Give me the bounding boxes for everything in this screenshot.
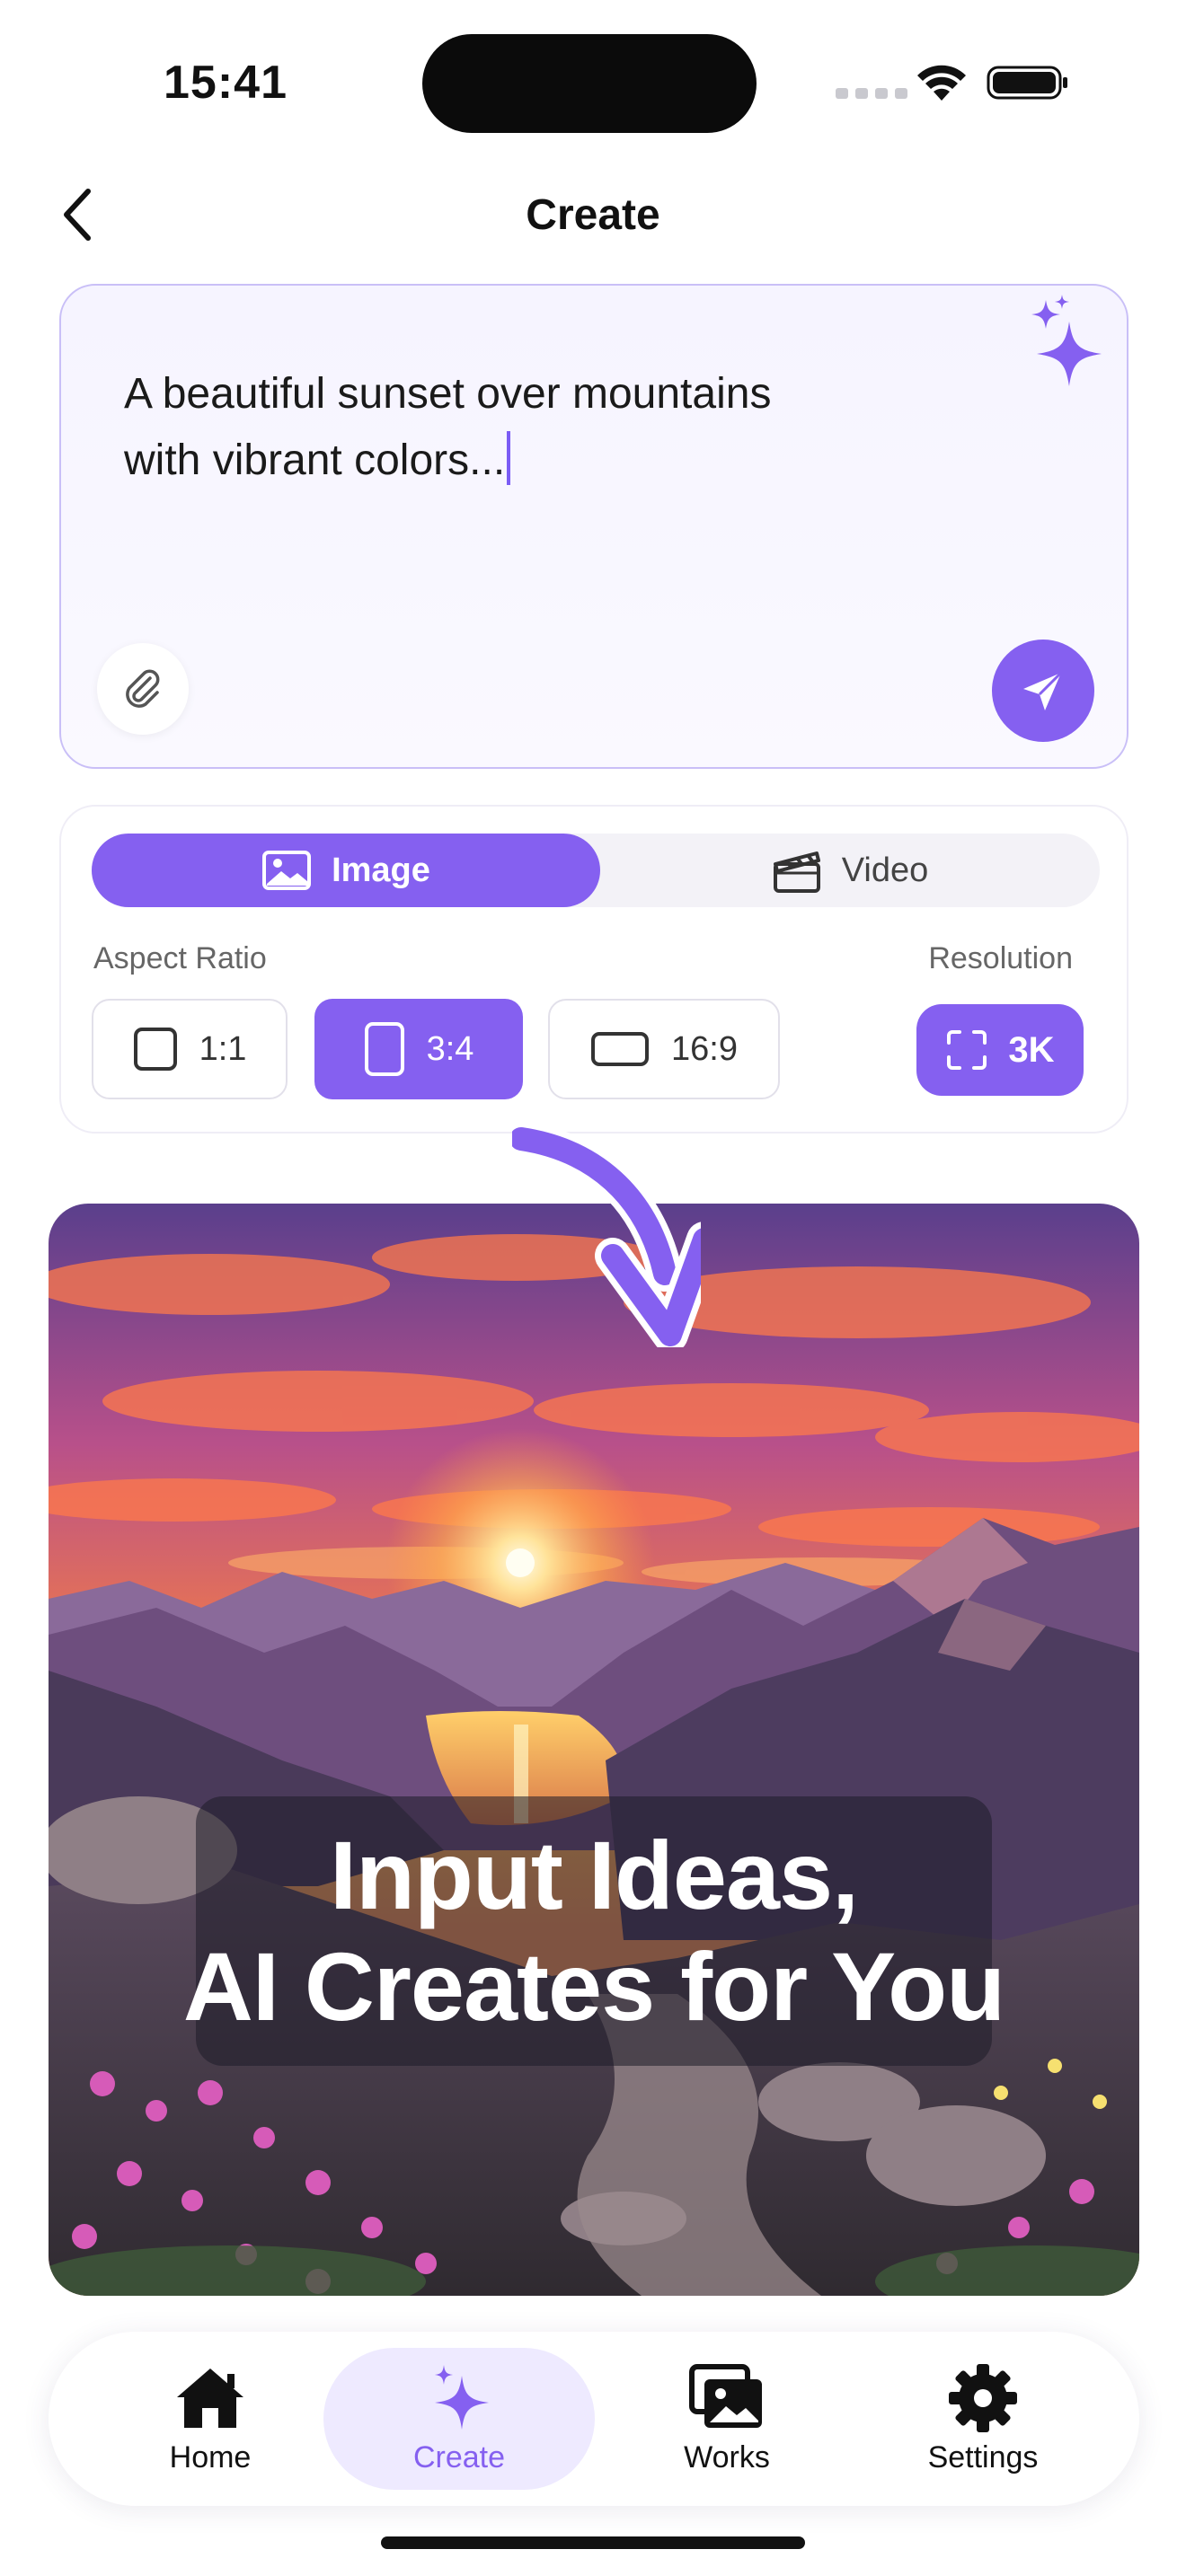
prompt-text-line: A beautiful sunset over mountains	[124, 370, 772, 418]
tab-home[interactable]: Home	[120, 2348, 300, 2490]
send-button[interactable]	[992, 640, 1094, 742]
wifi-icon	[917, 65, 966, 101]
aspect-16-9-label: 16:9	[671, 1029, 738, 1068]
aspect-16-9-button[interactable]: 16:9	[548, 999, 780, 1099]
portrait-rect-icon	[364, 1022, 404, 1076]
tab-settings[interactable]: Settings	[848, 2348, 1118, 2490]
text-cursor	[507, 431, 511, 485]
nav-header: Create	[0, 171, 1186, 260]
send-icon	[1023, 671, 1063, 710]
paperclip-icon	[126, 669, 160, 708]
aspect-1-1-label: 1:1	[199, 1029, 247, 1068]
tab-works[interactable]: Works	[624, 2348, 830, 2490]
sparkles-icon	[1031, 295, 1102, 386]
resolution-button[interactable]: 3K	[916, 1004, 1084, 1096]
tab-create-label: Create	[412, 2439, 506, 2475]
home-icon	[177, 2368, 243, 2428]
sunset-mountains-image	[49, 1204, 1139, 2296]
bottom-tab-bar: Home Create Works Settings	[49, 2332, 1139, 2506]
page-title: Create	[526, 191, 660, 239]
resolution-label: Resolution	[928, 941, 1073, 975]
aspect-ratio-label: Aspect Ratio	[93, 941, 267, 975]
attach-button[interactable]	[97, 643, 189, 735]
prompt-text: A beautiful sunset over mountains with v…	[124, 361, 933, 494]
battery-icon	[987, 66, 1067, 100]
clapperboard-icon	[773, 851, 820, 893]
headline-line: AI Creates for You	[182, 1932, 1005, 2041]
tab-home-label: Home	[169, 2439, 252, 2475]
prompt-input[interactable]: A beautiful sunset over mountains with v…	[59, 284, 1128, 769]
tab-create[interactable]: Create	[323, 2348, 595, 2490]
expand-icon	[947, 1030, 987, 1070]
aspect-1-1-button[interactable]: 1:1	[92, 999, 288, 1099]
landscape-rect-icon	[591, 1032, 650, 1066]
tab-works-label: Works	[684, 2439, 770, 2475]
aspect-3-4-button[interactable]: 3:4	[314, 999, 523, 1099]
gear-icon	[949, 2363, 1017, 2432]
image-icon	[262, 851, 312, 890]
tab-image-label: Image	[332, 851, 430, 889]
status-bar: 15:41	[0, 0, 1186, 162]
status-time: 15:41	[164, 57, 288, 109]
square-icon	[133, 1028, 177, 1071]
prompt-text-line: with vibrant colors...	[124, 437, 506, 484]
cellular-signal-icon	[836, 88, 907, 99]
tab-video-label: Video	[841, 851, 929, 889]
aspect-3-4-label: 3:4	[426, 1029, 474, 1068]
sparkles-icon	[435, 2364, 489, 2430]
hero-headline: Input Ideas, AI Creates for You	[183, 1796, 1005, 2066]
headline-line: Input Ideas,	[329, 1821, 859, 1929]
generated-image-preview: Input Ideas, AI Creates for You	[49, 1204, 1139, 2296]
tab-settings-label: Settings	[927, 2439, 1039, 2475]
home-indicator	[381, 2536, 805, 2549]
media-type-selector: Image Video	[92, 834, 1100, 907]
tab-video[interactable]: Video	[600, 834, 1100, 907]
photos-icon	[689, 2363, 762, 2428]
generation-options: Image Video Aspect Ratio Resolution 1:1 …	[59, 805, 1128, 1134]
tab-image[interactable]: Image	[92, 834, 600, 907]
resolution-value: 3K	[1008, 1029, 1055, 1070]
dynamic-island	[422, 34, 757, 133]
curved-arrow-icon	[512, 1123, 701, 1347]
